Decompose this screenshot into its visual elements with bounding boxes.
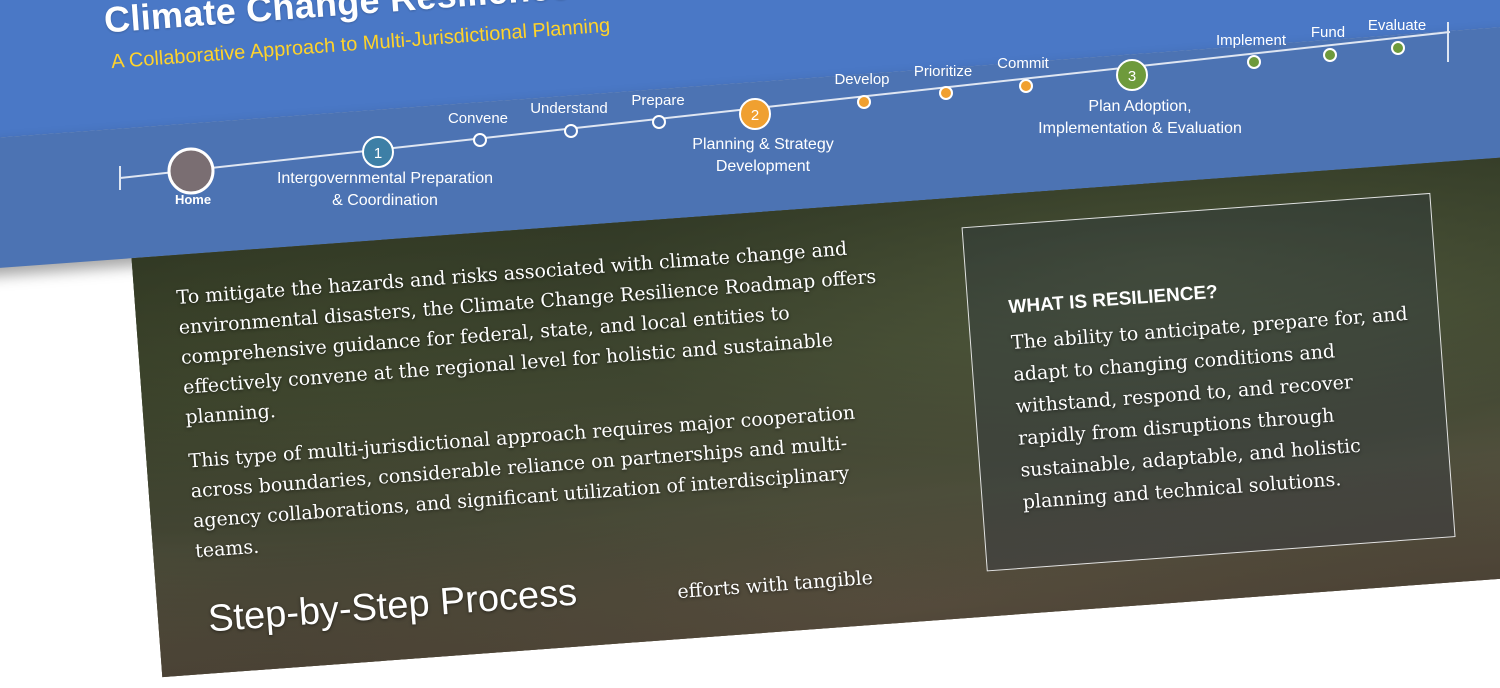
step-dot-commit[interactable]: [1019, 79, 1033, 93]
home-node[interactable]: [167, 147, 215, 195]
step-dot-understand[interactable]: [564, 124, 578, 138]
step-link-prepare[interactable]: Prepare: [631, 92, 684, 109]
step-dot-convene[interactable]: [473, 133, 487, 147]
step-dot-develop[interactable]: [857, 95, 871, 109]
step-dot-prioritize[interactable]: [939, 86, 953, 100]
phase-2-label-line-2: Development: [715, 158, 811, 175]
phase-1-label[interactable]: Intergovernmental Preparation & Coordina…: [277, 168, 493, 212]
step-link-implement[interactable]: Implement: [1216, 32, 1286, 49]
phase-3-node[interactable]: 3: [1116, 59, 1148, 91]
step-dot-evaluate[interactable]: [1391, 41, 1405, 55]
step-link-fund[interactable]: Fund: [1311, 24, 1345, 41]
phase-3-label[interactable]: Plan Adoption, Implementation & Evaluati…: [1038, 96, 1242, 140]
step-dot-implement[interactable]: [1247, 55, 1261, 69]
step-link-evaluate[interactable]: Evaluate: [1368, 17, 1426, 34]
phase-1-label-line-1: Intergovernmental Preparation: [276, 170, 494, 187]
step-link-develop[interactable]: Develop: [834, 71, 889, 88]
step-dot-prepare[interactable]: [652, 115, 666, 129]
step-link-commit[interactable]: Commit: [997, 55, 1049, 72]
phase-2-number: 2: [751, 107, 759, 124]
step-link-understand[interactable]: Understand: [530, 100, 608, 117]
roadmap-timeline: 1 2 3 Home Intergovernmental Preparation…: [0, 0, 1500, 600]
step-link-convene[interactable]: Convene: [448, 110, 508, 127]
phase-3-label-line-2: Implementation & Evaluation: [1038, 120, 1242, 137]
nav-home-link[interactable]: Home: [175, 192, 211, 207]
timeline-line-svg: 1 2 3: [119, 22, 1451, 195]
phase-2-label-line-1: Planning & Strategy: [692, 136, 834, 153]
phase-2-label[interactable]: Planning & Strategy Development: [692, 134, 833, 178]
phase-2-node[interactable]: 2: [739, 98, 771, 130]
phase-3-label-line-1: Plan Adoption,: [1088, 98, 1192, 115]
phase-1-number: 1: [374, 145, 382, 162]
step-dot-fund[interactable]: [1323, 48, 1337, 62]
phase-3-number: 3: [1128, 68, 1136, 85]
phase-1-node[interactable]: 1: [362, 136, 394, 168]
phase-1-label-line-2: & Coordination: [332, 192, 438, 209]
home-icon[interactable]: [167, 147, 215, 195]
step-link-prioritize[interactable]: Prioritize: [914, 63, 972, 80]
